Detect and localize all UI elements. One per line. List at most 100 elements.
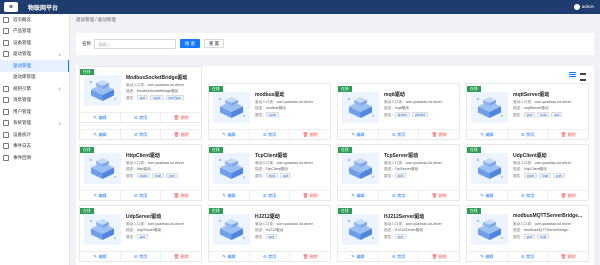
trash-icon: 🗑: [431, 192, 438, 198]
chevron-down-icon: ∨: [58, 120, 61, 126]
edit-button[interactable]: ✎ 编辑: [80, 113, 120, 122]
attribute-tag: clientId: [411, 112, 428, 117]
card-actions: ✎ 编辑 ⊘ 禁用 🗑 删除: [338, 251, 459, 261]
delete-button[interactable]: 🗑 删除: [160, 191, 201, 200]
sidebar-item-messages[interactable]: 消息管理: [0, 95, 69, 107]
delete-button[interactable]: 🗑 删除: [418, 130, 459, 139]
driver-card[interactable]: 在线 modbusMQTTServerBridge... 驱动人口类：com.yua…: [466, 205, 589, 262]
sidebar-item-event-log[interactable]: 事件日志: [0, 141, 69, 153]
driver-description: 描述：mqttServer驱动: [513, 106, 549, 110]
driver-card[interactable]: 在线 HttpClient驱动 驱动人口类：com.yuanbao.iot.driv…: [79, 144, 202, 201]
delete-button[interactable]: 🗑 删除: [160, 252, 201, 261]
edit-button[interactable]: ✎ 编辑: [209, 252, 249, 261]
edit-icon: ✎: [480, 131, 484, 137]
driver-attributes: 属性： port: [384, 173, 408, 179]
disable-button[interactable]: ⊘ 禁用: [248, 252, 290, 261]
disable-icon: ⊘: [262, 192, 267, 198]
delete-button[interactable]: 🗑 删除: [547, 191, 588, 200]
edit-button[interactable]: ✎ 编辑: [467, 130, 507, 139]
disable-button[interactable]: ⊘ 禁用: [119, 191, 161, 200]
disable-button[interactable]: ⊘ 禁用: [248, 130, 290, 139]
edit-button[interactable]: ✎ 编辑: [338, 191, 378, 200]
attribute-tag: host: [152, 173, 165, 178]
driver-card[interactable]: 在线 mqtt驱动 驱动人口类：com.yuanbao.iot.driver 描述：m…: [337, 83, 460, 140]
driver-card[interactable]: 在线 TcpClient驱动 驱动人口类：com.yuanbao.iot.drive…: [208, 144, 331, 201]
driver-card[interactable]: 在线 UdpClient驱动 驱动人口类：com.yuanbao.iot.drive…: [466, 144, 589, 201]
driver-card[interactable]: 在线 mqttServer驱动 驱动人口类：com.yuanbao.iot.driv…: [466, 83, 589, 140]
trash-icon: 🗑: [431, 131, 438, 137]
disable-button[interactable]: ⊘ 禁用: [377, 191, 419, 200]
list-view-icon[interactable]: [569, 72, 576, 78]
delete-button[interactable]: 🗑 删除: [418, 191, 459, 200]
disable-button[interactable]: ⊘ 禁用: [377, 130, 419, 139]
sidebar-subitem-driver-library[interactable]: 驱动库管理: [0, 72, 69, 84]
edit-button[interactable]: ✎ 编辑: [338, 130, 378, 139]
search-input[interactable]: 请输入: [94, 39, 176, 49]
attribute-tag: host: [539, 173, 552, 178]
driver-vendor: 驱动人口类：com.yuanbao.iot.driver: [126, 161, 184, 165]
driver-card[interactable]: 在线 TcpServer驱动 驱动人口类：com.yuanbao.iot.drive…: [337, 144, 460, 201]
driver-card[interactable]: 在线 ModbusSocketBridge驱动 驱动人口类：com.yuanbao.…: [79, 66, 202, 123]
delete-button[interactable]: 🗑 删除: [160, 113, 201, 122]
driver-attributes: 属性： port: [255, 234, 279, 240]
reset-button[interactable]: 重 置: [204, 39, 224, 48]
edit-button[interactable]: ✎ 编辑: [338, 252, 378, 261]
chevron-down-icon: ∨: [58, 86, 61, 92]
card-actions: ✎ 编辑 ⊘ 禁用 🗑 删除: [80, 129, 201, 139]
edit-button[interactable]: ✎ 编辑: [467, 252, 507, 261]
edit-button[interactable]: ✎ 编辑: [467, 191, 507, 200]
delete-button[interactable]: 🗑 删除: [160, 130, 201, 139]
driver-vendor: 驱动人口类：com.yuanbao.iot.driver: [126, 222, 184, 226]
disable-button[interactable]: ⊘ 禁用: [506, 191, 548, 200]
disable-button[interactable]: ⊘ 禁用: [119, 252, 161, 261]
delete-button[interactable]: 🗑 删除: [547, 252, 588, 261]
sidebar-item-event-history[interactable]: 事件回溯: [0, 152, 69, 164]
delete-button[interactable]: 🗑 删除: [289, 130, 330, 139]
trash-icon: 🗑: [302, 131, 309, 137]
sidebar-item-stats[interactable]: 设备统计: [0, 129, 69, 141]
driver-card[interactable]: 在线 HJ212驱动 驱动人口类：com.yuanbao.iot.driver 描述：…: [208, 205, 331, 262]
sidebar-item-home[interactable]: 首页概览: [0, 14, 69, 26]
delete-button[interactable]: 🗑 删除: [547, 130, 588, 139]
driver-title: HJ212Server驱动: [384, 214, 425, 220]
system-icon: [3, 120, 9, 127]
driver-card[interactable]: 在线 HJ212Server驱动 驱动人口类：com.yuanbao.iot.dri…: [337, 205, 460, 262]
edit-button[interactable]: ✎ 编辑: [80, 191, 120, 200]
driver-vendor: 驱动人口类：com.yuanbao.iot.driver: [384, 161, 442, 165]
attribute-tag: port: [136, 234, 149, 239]
attribute-tag: port: [394, 173, 407, 178]
edit-button[interactable]: ✎ 编辑: [80, 252, 120, 261]
disable-button[interactable]: ⊘ 禁用: [377, 252, 419, 261]
disable-button[interactable]: ⊘ 禁用: [506, 130, 548, 139]
attribute-tag: cycle: [523, 173, 538, 178]
grid-view-icon[interactable]: [580, 72, 587, 82]
disable-button[interactable]: ⊘ 禁用: [119, 113, 161, 122]
disable-button[interactable]: ⊘ 禁用: [248, 191, 290, 200]
device-illustration-icon: [213, 214, 250, 245]
edit-button[interactable]: ✎ 编辑: [80, 130, 120, 139]
delete-button[interactable]: 🗑 删除: [289, 252, 330, 261]
delete-button[interactable]: 🗑 删除: [418, 252, 459, 261]
disable-button[interactable]: ⊘ 禁用: [506, 252, 548, 261]
search-button[interactable]: 搜 索: [180, 39, 200, 48]
sidebar-subitem-driver-manage[interactable]: 驱动管理: [0, 60, 69, 72]
disable-button[interactable]: ⊘ 禁用: [119, 130, 161, 139]
sidebar-item-products[interactable]: 产品管理: [0, 26, 69, 38]
avatar: [573, 4, 580, 10]
user-menu[interactable]: admin: [573, 4, 594, 10]
driver-card[interactable]: 在线 modbus驱动 驱动人口类：com.yuanbao.iot.driver 描述…: [208, 83, 331, 140]
sidebar-item-system[interactable]: 系统管理 ∨: [0, 118, 69, 130]
sidebar-item-devices[interactable]: 设备管理: [0, 37, 69, 49]
sidebar-item-users[interactable]: 用户管理: [0, 106, 69, 118]
device-illustration-icon: [342, 153, 379, 184]
sidebar-item-rules[interactable]: 规则引擎 ∨: [0, 83, 69, 95]
edit-button[interactable]: ✎ 编辑: [209, 130, 249, 139]
delete-button[interactable]: 🗑 删除: [289, 191, 330, 200]
driver-attributes: 属性： port cycle devType: [126, 95, 186, 101]
driver-card[interactable]: 在线 UdpServer驱动 驱动人口类：com.yuanbao.iot.drive…: [79, 205, 202, 262]
driver-title: mqttServer驱动: [513, 92, 550, 98]
driver-attributes: 属性： cycle host port: [126, 173, 180, 179]
driver-list-panel: + 新增 在线OpcUA驱动驱动人口类：com.yuanbao.iot.driv…: [76, 66, 594, 265]
sidebar-item-drivers[interactable]: 驱动管理 ∧: [0, 49, 69, 61]
edit-button[interactable]: ✎ 编辑: [209, 191, 249, 200]
